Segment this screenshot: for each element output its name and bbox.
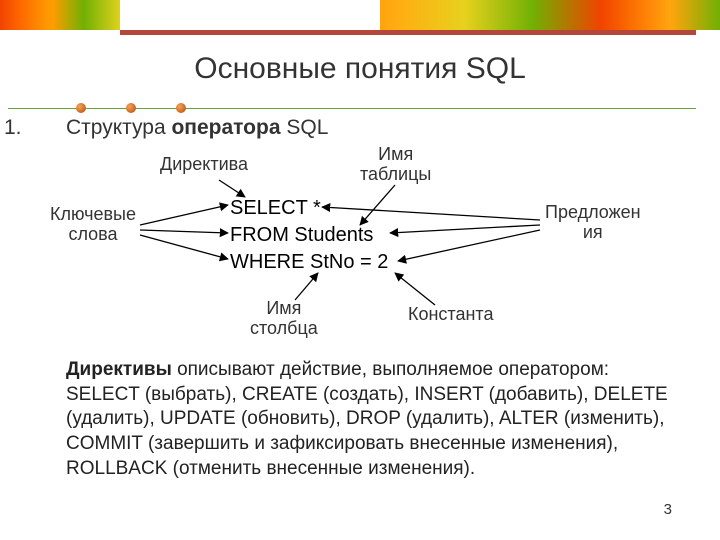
bullet-dot-icon	[76, 103, 86, 113]
bullet-dot-icon	[176, 103, 186, 113]
accent-underline	[120, 30, 696, 35]
code-line-1: SELECT *	[230, 197, 321, 219]
topbar-swatch-right	[380, 0, 720, 30]
label-clauses: Предложен ия	[545, 203, 641, 243]
subtitle-prefix: Структура	[66, 116, 171, 139]
subtitle-suffix: SQL	[281, 116, 329, 139]
label-directive: Директива	[160, 155, 248, 175]
label-column-name: Имя столбца	[250, 299, 318, 339]
sql-structure-diagram: Директива Имя таблицы Ключевые слова Пре…	[0, 145, 720, 350]
sql-code-block: SELECT * FROM Students WHERE StNo = 2	[230, 195, 388, 276]
code-line-3: WHERE StNo = 2	[230, 251, 388, 273]
section-subtitle: Структура оператора SQL	[66, 116, 328, 140]
subtitle-bold: оператора	[171, 116, 280, 139]
code-line-2: FROM Students	[230, 224, 373, 246]
topbar-swatch-left	[0, 0, 120, 30]
page-title: Основные понятия SQL	[0, 52, 720, 86]
topbar-gap	[120, 0, 380, 30]
label-keywords: Ключевые слова	[50, 205, 136, 245]
decorative-top-bar	[0, 0, 720, 30]
bullet-dot-icon	[126, 103, 136, 113]
label-table-name: Имя таблицы	[360, 145, 431, 185]
label-constant: Константа	[408, 305, 493, 325]
divider-line	[8, 108, 696, 109]
list-number: 1.	[4, 116, 22, 140]
page-number: 3	[664, 501, 672, 518]
body-lead-bold: Директивы	[66, 359, 172, 380]
body-paragraph: Директивы описывают действие, выполняемо…	[66, 358, 686, 481]
